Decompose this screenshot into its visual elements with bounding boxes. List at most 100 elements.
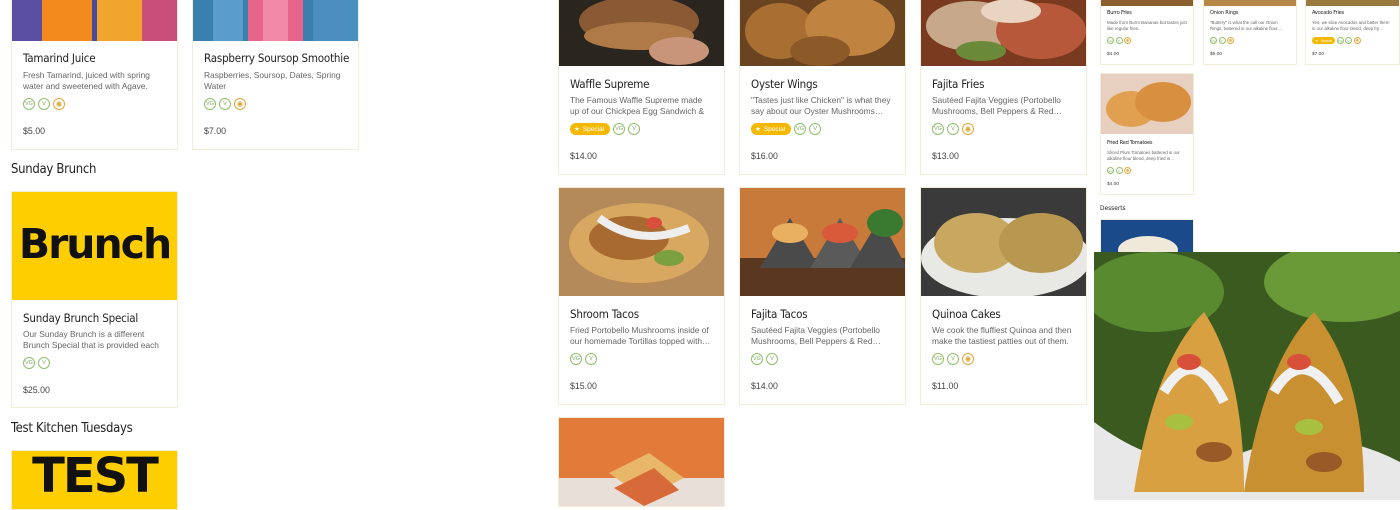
avocado-fries-image [1306,0,1399,6]
fajita-tacos-image [740,188,905,296]
item-description: Sautéed Fajita Veggies (Portobello Mushr… [751,325,881,346]
fajita-fries-image [921,0,1086,66]
mini-card-avocado-fries[interactable]: Avocado Fries Yes, we slice Avocados and… [1305,0,1400,65]
vegan-icon: V [628,123,641,135]
menu-card-sunday-brunch-special[interactable]: Brunch Sunday Brunch Special Our Sunday … [11,191,178,408]
item-price: $15.00 [570,381,597,391]
section-heading-test-kitchen: Test Kitchen Tuesdays [11,421,133,436]
vegan-icon: V [1115,167,1123,174]
vegetarian-icon: VG [204,98,216,110]
quinoa-cakes-image [921,188,1086,296]
mini-card-onion-rings[interactable]: Onion Rings "Buttery" is what the call o… [1203,0,1297,65]
star-icon: ★ [574,126,580,133]
item-description: The Famous Waffle Supreme made up of our… [570,95,705,116]
vegetarian-icon: VG [1107,37,1114,44]
menu-card-fajita-fries[interactable]: Fajita Fries Sautéed Fajita Veggies (Por… [920,0,1087,175]
item-price: $7.00 [1312,52,1325,57]
vegetarian-icon: VG [751,353,763,365]
item-title: Waffle Supreme [570,77,650,91]
menu-card-oyster-wings[interactable]: Oyster Wings "Tastes just like Chicken" … [739,0,906,175]
dietary-badges: ★ Special VG V [751,123,822,135]
item-description: "Tastes just like Chicken" is what they … [751,95,891,116]
dietary-badges: VG V ✺ [1210,37,1234,44]
item-description: Made from Burro Bananas but tastes just … [1107,20,1187,31]
vegan-icon: V [947,123,959,135]
fried-tomatoes-image [1101,74,1193,134]
vegan-icon: V [766,353,778,365]
item-title: Fajita Tacos [751,307,808,321]
item-price: $5.00 [23,126,46,136]
item-description: "Buttery" is what the call our Onion Rin… [1210,20,1283,31]
item-description: Fresh Tamarind, juiced with spring water… [23,70,150,91]
menu-card-fajita-tacos[interactable]: Fajita Tacos Sautéed Fajita Veggies (Por… [739,187,906,405]
gluten-free-icon: ✺ [1124,37,1131,44]
vegan-icon: V [809,123,822,135]
item-description: We cook the fluffiest Quinoa and then ma… [932,325,1072,346]
vegan-icon: V [947,353,959,365]
item-description: Our Sunday Brunch is a different Brunch … [23,329,159,350]
shroom-tacos-image [559,188,724,296]
vegan-icon: V [1345,37,1353,44]
waffle-sandwich-image [559,418,724,506]
menu-card-raspberry-soursop-smoothie[interactable]: Raspberry Soursop Smoothie Raspberries, … [192,0,359,150]
menu-card-test-kitchen[interactable]: TEST [11,450,178,510]
vegetarian-icon: VG [1107,167,1114,174]
item-price: $4.00 [1107,52,1120,57]
vegan-icon: V [1218,37,1226,44]
vegan-icon: V [219,98,231,110]
item-description: Yes, we slice Avocados and batter them i… [1312,20,1390,31]
vegetarian-icon: VG [932,353,944,365]
item-price: $14.00 [570,151,597,161]
item-title: Quinoa Cakes [932,307,1001,321]
vegetarian-icon: VG [23,357,35,369]
item-title: Tamarind Juice [23,51,96,65]
dietary-badges: VG V ✺ [932,353,974,365]
menu-card-quinoa-cakes[interactable]: Quinoa Cakes We cook the fluffiest Quino… [920,187,1087,405]
item-title: Sunday Brunch Special [23,311,139,325]
vegan-icon: V [38,357,50,369]
menu-card-waffle-supreme[interactable]: Waffle Supreme The Famous Waffle Supreme… [558,0,725,175]
burro-fries-image [1101,0,1193,6]
dietary-badges: VG V [751,353,778,365]
gluten-free-icon: ✺ [962,123,974,135]
item-title: Onion Rings [1210,10,1239,16]
menu-card-tamarind-juice[interactable]: Tamarind Juice Fresh Tamarind, juiced wi… [11,0,178,150]
test-kitchen-banner: TEST [12,451,177,509]
oyster-wings-image [740,0,905,66]
vegetarian-icon: VG [1210,37,1217,44]
mini-card-burro-fries[interactable]: Burro Fries Made from Burro Bananas but … [1100,0,1194,65]
smoothie-image [193,0,358,41]
item-price: $11.00 [932,381,959,391]
item-title: Avocado Fries [1312,10,1344,16]
gluten-free-icon: ✺ [53,98,65,110]
mini-card-fried-red-tomatoes[interactable]: Fried Red Tomatoes Sliced Plum Tomatoes … [1100,73,1194,195]
dietary-badges: VG V ✺ [1107,167,1131,174]
item-title: Fajita Fries [932,77,985,91]
mini-section-heading-desserts: Desserts [1100,204,1126,212]
vegetarian-icon: VG [570,353,582,365]
vegetarian-icon: VG [1336,37,1344,44]
gluten-free-icon: ✺ [962,353,974,365]
test-banner-text: TEST [32,451,159,504]
dietary-badges: VG V [23,357,50,369]
dietary-badges: VG V ✺ [932,123,974,135]
special-badge: ★ Special [751,123,792,135]
vegan-icon: V [38,98,50,110]
hero-tacos-image [1094,252,1400,500]
item-title: Raspberry Soursop Smoothie [204,51,350,65]
menu-card-waffle-sandwich[interactable] [558,417,725,507]
gluten-free-icon: ✺ [1227,37,1234,44]
item-title: Burro Fries [1107,10,1132,16]
gluten-free-icon: ✺ [234,98,246,110]
brunch-banner: Brunch [12,192,177,300]
brunch-banner-text: Brunch [18,220,172,268]
item-title: Shroom Tacos [570,307,639,321]
item-price: $4.00 [1107,182,1120,187]
item-price: $5.00 [1210,52,1223,57]
gluten-free-icon: ✺ [1124,167,1131,174]
special-badge: ★ Special [1312,37,1336,44]
section-heading-sunday-brunch: Sunday Brunch [11,162,97,177]
dietary-badges: ★ Special VG V ✺ [1312,37,1361,44]
menu-card-shroom-tacos[interactable]: Shroom Tacos Fried Portobello Mushrooms … [558,187,725,405]
vegetarian-icon: VG [613,123,626,135]
